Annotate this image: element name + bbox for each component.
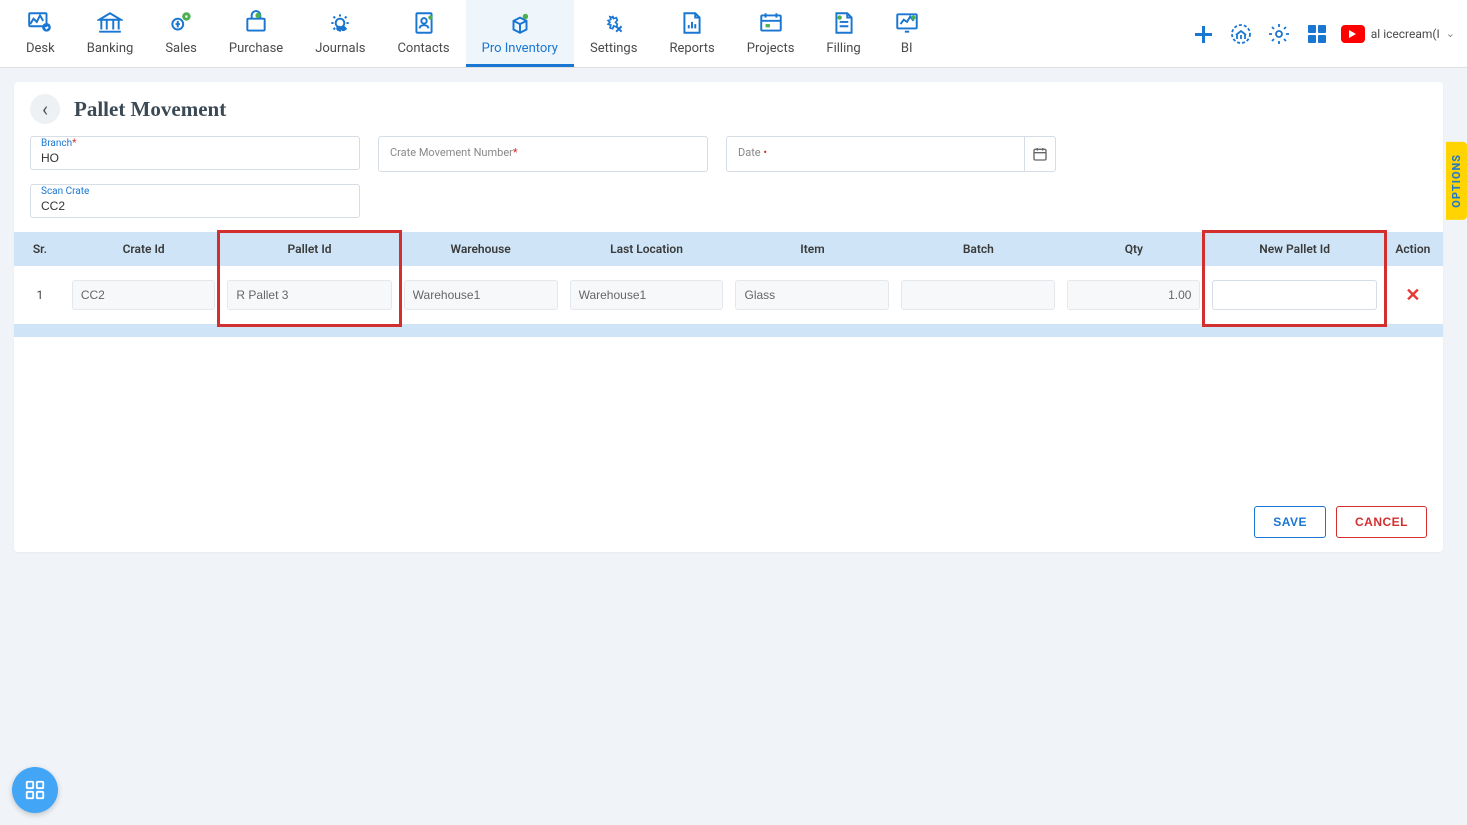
cell-qty <box>1067 280 1200 310</box>
user-menu[interactable]: al icecream(I ⌄ <box>1341 25 1455 43</box>
nav-journals[interactable]: Journals <box>299 0 381 67</box>
crate-movement-input[interactable] <box>378 136 708 172</box>
branch-input[interactable] <box>30 136 360 170</box>
movement-table: Sr. Crate Id Pallet Id Warehouse Last Lo… <box>14 232 1443 337</box>
nav-contacts[interactable]: Contacts <box>381 0 465 67</box>
nav-label: Sales <box>165 41 197 56</box>
table-wrap: Sr. Crate Id Pallet Id Warehouse Last Lo… <box>14 232 1443 337</box>
nav-label: Reports <box>669 41 714 56</box>
branch-label: Branch* <box>40 138 77 149</box>
nav-reports[interactable]: Reports <box>653 0 730 67</box>
youtube-icon <box>1341 25 1365 43</box>
crate-movement-field-wrap: Crate Movement Number* <box>378 136 708 172</box>
contacts-icon <box>410 9 438 37</box>
page-header: ‹ Pallet Movement <box>14 82 1443 128</box>
calculator-icon[interactable] <box>1303 20 1331 48</box>
bi-icon <box>893 9 921 37</box>
cell-sr: 1 <box>14 266 66 325</box>
filling-icon <box>830 9 858 37</box>
date-field-wrap: Date • <box>726 136 1056 172</box>
nav-label: Settings <box>590 41 637 56</box>
top-nav: Desk Banking Sales Purchase Journals <box>0 0 1467 68</box>
scan-crate-label: Scan Crate <box>40 186 90 197</box>
nav-label: BI <box>901 41 913 56</box>
branch-field-wrap: Branch* <box>30 136 360 172</box>
nav-label: Banking <box>87 41 134 56</box>
journals-icon <box>326 9 354 37</box>
reports-icon <box>678 9 706 37</box>
cancel-button[interactable]: CANCEL <box>1336 506 1427 538</box>
button-row: SAVE CANCEL <box>1254 506 1427 538</box>
projects-icon <box>757 9 785 37</box>
back-button[interactable]: ‹ <box>30 94 60 124</box>
form-row-1: Branch* Crate Movement Number* Date • <box>14 128 1443 176</box>
nav-label: Pro Inventory <box>482 41 558 56</box>
nav-purchase[interactable]: Purchase <box>213 0 299 67</box>
page-title: Pallet Movement <box>74 97 226 122</box>
th-warehouse: Warehouse <box>398 232 564 266</box>
th-item: Item <box>729 232 895 266</box>
chevron-left-icon: ‹ <box>42 99 48 119</box>
delete-row-icon[interactable]: ✕ <box>1405 285 1420 306</box>
nav-label: Journals <box>315 41 365 56</box>
th-pallet-id: Pallet Id <box>221 232 397 266</box>
sync-bank-icon[interactable] <box>1227 20 1255 48</box>
nav-settings[interactable]: Settings <box>574 0 653 67</box>
cell-item <box>735 280 889 310</box>
nav-label: Contacts <box>397 41 449 56</box>
nav-label: Filling <box>826 41 860 56</box>
cell-batch <box>901 280 1055 310</box>
banking-icon <box>96 9 124 37</box>
form-row-2: Scan Crate <box>14 176 1443 222</box>
th-sr: Sr. <box>14 232 66 266</box>
gear-icon[interactable] <box>1265 20 1293 48</box>
nav-desk[interactable]: Desk <box>10 0 71 67</box>
cell-warehouse <box>404 280 558 310</box>
date-input-wrap <box>726 136 1056 172</box>
table-row: 1 ✕ <box>14 266 1443 325</box>
th-crate-id: Crate Id <box>66 232 222 266</box>
chevron-down-icon: ⌄ <box>1446 27 1455 40</box>
cell-new-pallet-id[interactable] <box>1212 280 1376 310</box>
nav-label: Desk <box>26 41 55 56</box>
sales-icon <box>167 9 195 37</box>
settings-icon <box>600 9 628 37</box>
page-card: ‹ Pallet Movement Branch* Crate Movement… <box>14 82 1443 552</box>
nav-projects[interactable]: Projects <box>731 0 811 67</box>
nav-bi[interactable]: BI <box>877 0 937 67</box>
table-footer-strip <box>14 325 1443 337</box>
page-container: ‹ Pallet Movement Branch* Crate Movement… <box>0 68 1467 566</box>
options-tab[interactable]: OPTIONS <box>1446 142 1467 220</box>
nav-label: Projects <box>747 41 795 56</box>
user-name: al icecream(I <box>1371 27 1440 41</box>
nav-pro-inventory[interactable]: Pro Inventory <box>466 0 574 67</box>
cell-last-location <box>570 280 724 310</box>
th-batch: Batch <box>895 232 1061 266</box>
add-icon[interactable] <box>1189 20 1217 48</box>
th-last-location: Last Location <box>564 232 730 266</box>
cell-pallet-id <box>227 280 391 310</box>
nav-right: al icecream(I ⌄ <box>1189 20 1455 48</box>
th-new-pallet-id: New Pallet Id <box>1206 232 1382 266</box>
desk-icon <box>26 9 54 37</box>
nav-label: Purchase <box>229 41 283 56</box>
nav-sales[interactable]: Sales <box>149 0 213 67</box>
calendar-icon[interactable] <box>1024 136 1056 172</box>
nav-banking[interactable]: Banking <box>71 0 150 67</box>
scan-crate-field-wrap: Scan Crate <box>30 184 360 218</box>
th-qty: Qty <box>1061 232 1206 266</box>
cell-crate-id <box>72 280 216 310</box>
apps-fab[interactable] <box>12 767 58 813</box>
table-header-row: Sr. Crate Id Pallet Id Warehouse Last Lo… <box>14 232 1443 266</box>
nav-filling[interactable]: Filling <box>810 0 876 67</box>
th-action: Action <box>1383 232 1443 266</box>
inventory-icon <box>506 9 534 37</box>
nav-items: Desk Banking Sales Purchase Journals <box>10 0 937 67</box>
purchase-icon <box>242 9 270 37</box>
save-button[interactable]: SAVE <box>1254 506 1326 538</box>
date-input[interactable] <box>726 136 1024 172</box>
